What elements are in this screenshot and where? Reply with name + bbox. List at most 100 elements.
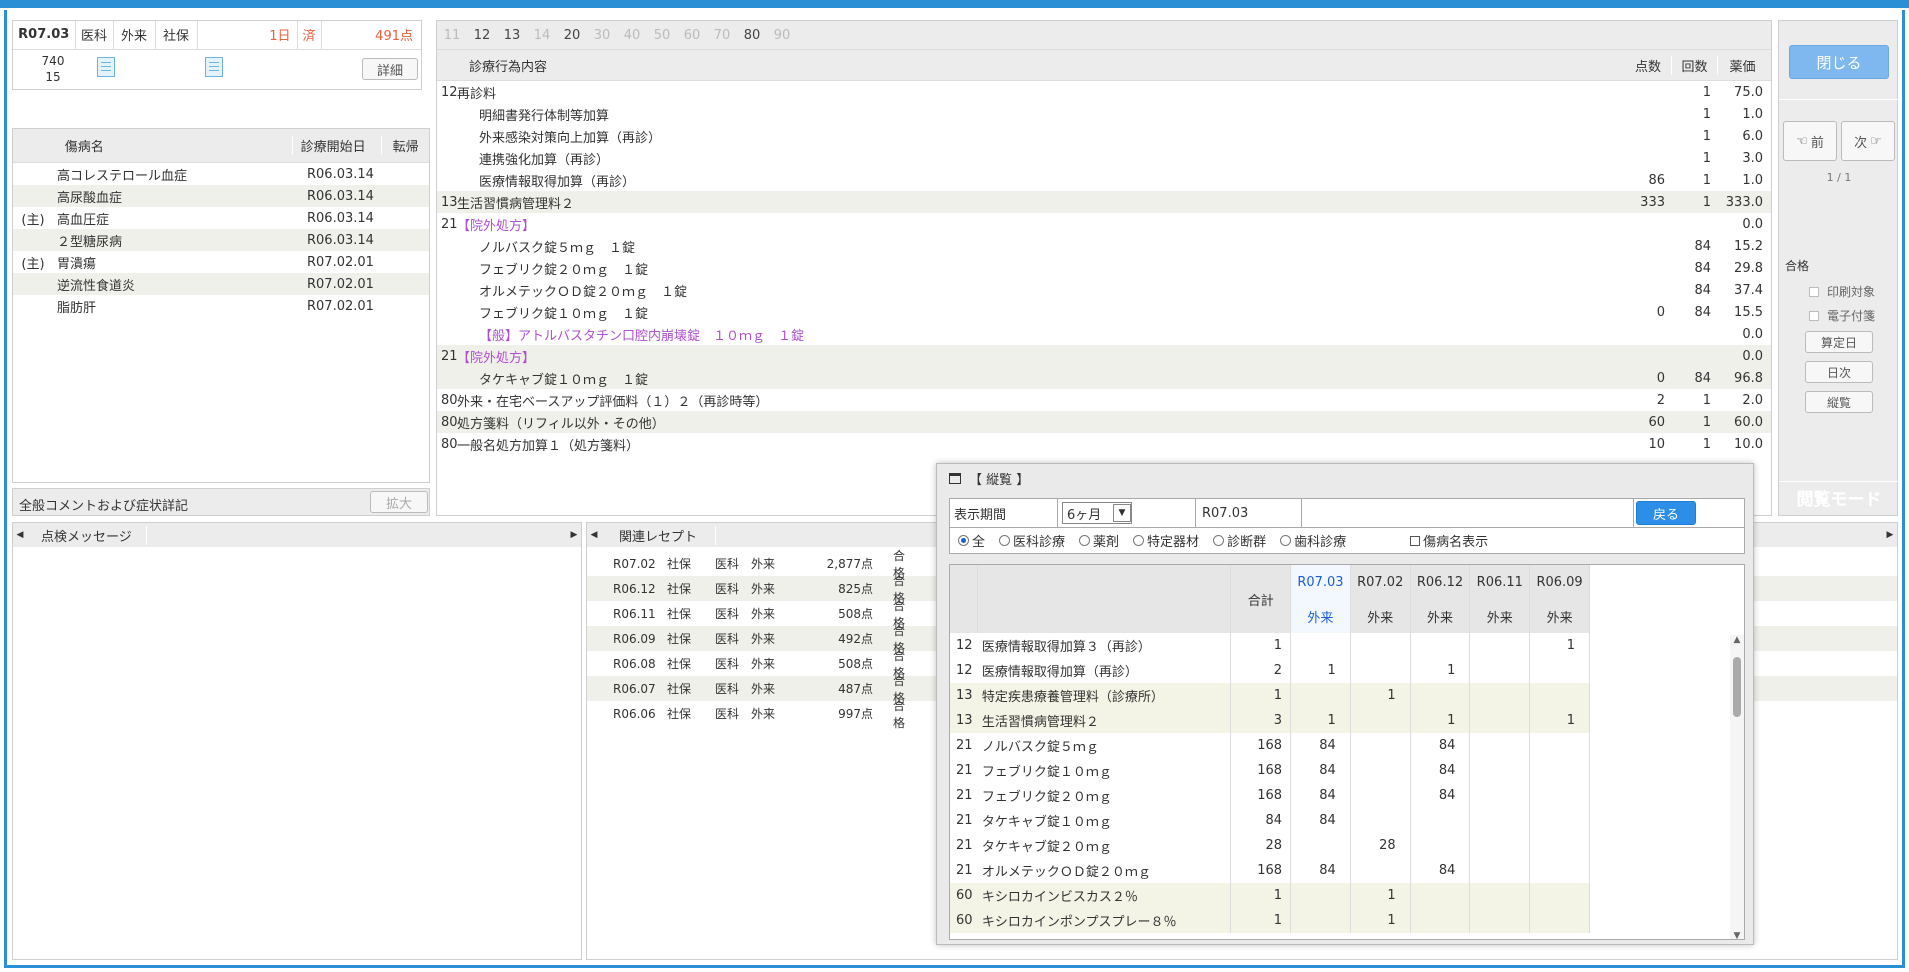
category-tick-70[interactable]: 70 bbox=[707, 28, 737, 43]
collapse-left-icon[interactable]: ◀ bbox=[13, 530, 27, 540]
treatment-row[interactable]: フェブリク錠１０ｍｇ １錠 0 84 15.5 bbox=[437, 301, 1771, 323]
period-select[interactable]: 6ヶ月 ▼ bbox=[1062, 502, 1132, 524]
category-tick-13[interactable]: 13 bbox=[497, 28, 527, 43]
vt-value: 84 bbox=[1290, 783, 1351, 808]
treatment-row[interactable]: 80 一般名処方加算１（処方箋料） 10 1 10.0 bbox=[437, 433, 1771, 455]
filter-radio[interactable]: 全 bbox=[958, 531, 985, 550]
category-tick-50[interactable]: 50 bbox=[647, 28, 677, 43]
filter-radio[interactable]: 医科診療 bbox=[999, 531, 1065, 550]
treatment-row[interactable]: フェブリク錠２０ｍｇ １錠 84 29.8 bbox=[437, 257, 1771, 279]
vt-row[interactable]: 12 医療情報取得加算（再診） 2 1 1 bbox=[950, 658, 1590, 683]
category-tick-40[interactable]: 40 bbox=[617, 28, 647, 43]
radio-label: 医科診療 bbox=[1013, 535, 1066, 550]
related-receipts-tab[interactable]: 関連レセプト bbox=[601, 525, 717, 545]
back-button[interactable]: 戻る bbox=[1636, 501, 1696, 525]
category-tick-12[interactable]: 12 bbox=[467, 28, 497, 43]
vt-name: キシロカインビスカス２％ bbox=[977, 883, 1232, 908]
scrollbar[interactable]: ▲ ▼ bbox=[1730, 635, 1744, 939]
related-visit: 外来 bbox=[751, 557, 776, 571]
treatment-price: 96.8 bbox=[1734, 370, 1763, 386]
disease-date: R06.03.14 bbox=[307, 166, 374, 182]
treatment-header-price: 薬価 bbox=[1717, 55, 1767, 75]
vt-row[interactable]: 21 フェブリク錠２０ｍｇ 168 84 84 bbox=[950, 783, 1590, 808]
treatment-price: 0.0 bbox=[1742, 326, 1763, 342]
treatment-row[interactable]: 連携強化加算（再診） 1 3.0 bbox=[437, 147, 1771, 169]
disease-toggle[interactable]: 傷病名表示 bbox=[1410, 531, 1488, 550]
next-button[interactable]: 次 ☞ bbox=[1841, 121, 1895, 161]
prev-button[interactable]: ☜ 前 bbox=[1783, 121, 1837, 161]
summary-ym: R07.03 bbox=[13, 21, 76, 49]
vt-month-R06.11[interactable]: R06.11 bbox=[1469, 565, 1531, 599]
vt-month-R06.12[interactable]: R06.12 bbox=[1410, 565, 1471, 599]
print-checkbox[interactable] bbox=[1809, 286, 1819, 297]
vt-row[interactable]: 13 特定疾患療養管理料（診療所） 1 1 bbox=[950, 683, 1590, 708]
category-tick-30[interactable]: 30 bbox=[587, 28, 617, 43]
vt-row[interactable]: 21 タケキャブ錠２０ｍｇ 28 28 bbox=[950, 833, 1590, 858]
treatment-row[interactable]: 80 処方箋料（リフィル以外・その他） 60 1 60.0 bbox=[437, 411, 1771, 433]
close-button[interactable]: 閉じる bbox=[1789, 45, 1889, 79]
detail-button[interactable]: 詳細 bbox=[362, 58, 418, 80]
document-icon[interactable] bbox=[97, 57, 115, 77]
disease-row[interactable]: 脂肪肝 R07.02.01 bbox=[13, 295, 429, 317]
check-message-tab[interactable]: 点検メッセージ bbox=[27, 525, 147, 545]
vt-value bbox=[1350, 733, 1411, 758]
vt-value bbox=[1529, 883, 1590, 908]
disease-row[interactable]: (主) 高血圧症 R06.03.14 bbox=[13, 207, 429, 229]
disease-row[interactable]: 逆流性食道炎 R07.02.01 bbox=[13, 273, 429, 295]
category-tick-90[interactable]: 90 bbox=[767, 28, 797, 43]
vt-row[interactable]: 60 キシロカインポンプスプレー８％ 1 1 bbox=[950, 908, 1590, 933]
vt-month-R07.03[interactable]: R07.03 bbox=[1290, 565, 1351, 599]
category-tick-80[interactable]: 80 bbox=[737, 28, 767, 43]
prev-label: 前 bbox=[1810, 135, 1824, 151]
vertical-button[interactable]: 縦覧 bbox=[1805, 391, 1873, 413]
related-pts: 487点 bbox=[838, 682, 873, 696]
treatment-price: 3.0 bbox=[1742, 150, 1763, 166]
scroll-down-icon[interactable]: ▼ bbox=[1730, 931, 1744, 939]
expand-right-icon[interactable]: ▶ bbox=[1883, 530, 1897, 540]
treatment-row[interactable]: 12 再診料 1 75.0 bbox=[437, 81, 1771, 103]
filter-radio[interactable]: 薬剤 bbox=[1079, 531, 1119, 550]
treatment-row[interactable]: オルメテックＯＤ錠２０ｍｇ １錠 84 37.4 bbox=[437, 279, 1771, 301]
expand-right-icon[interactable]: ▶ bbox=[567, 530, 581, 540]
collapse-left-icon[interactable]: ◀ bbox=[587, 530, 601, 540]
treatment-row[interactable]: 明細書発行体制等加算 1 1.0 bbox=[437, 103, 1771, 125]
filter-radio[interactable]: 特定器材 bbox=[1133, 531, 1199, 550]
filter-radio[interactable]: 歯科診療 bbox=[1280, 531, 1346, 550]
disease-row[interactable]: 高コレステロール血症 R06.03.14 bbox=[13, 163, 429, 185]
filter-radio[interactable]: 診断群 bbox=[1213, 531, 1266, 550]
vt-row[interactable]: 21 タケキャブ錠１０ｍｇ 84 84 bbox=[950, 808, 1590, 833]
vt-row[interactable]: 60 キシロカインビスカス２％ 1 1 bbox=[950, 883, 1590, 908]
calc-date-button[interactable]: 算定日 bbox=[1805, 331, 1873, 353]
treatment-row[interactable]: 医療情報取得加算（再診） 86 1 1.0 bbox=[437, 169, 1771, 191]
scroll-thumb[interactable] bbox=[1733, 657, 1741, 717]
category-tick-20[interactable]: 20 bbox=[557, 28, 587, 43]
category-tick-60[interactable]: 60 bbox=[677, 28, 707, 43]
eattach-checkbox[interactable] bbox=[1809, 310, 1819, 321]
category-tick-14[interactable]: 14 bbox=[527, 28, 557, 43]
treatment-row[interactable]: ノルバスク錠５ｍｇ １錠 84 15.2 bbox=[437, 235, 1771, 257]
vt-row[interactable]: 13 生活習慣病管理料２ 3 1 1 1 bbox=[950, 708, 1590, 733]
vt-month-R07.02[interactable]: R07.02 bbox=[1350, 565, 1411, 599]
category-tick-11[interactable]: 11 bbox=[437, 28, 467, 43]
document-icon-2[interactable] bbox=[205, 57, 223, 77]
daily-button[interactable]: 日次 bbox=[1805, 361, 1873, 383]
expand-button[interactable]: 拡大 bbox=[370, 491, 428, 513]
scroll-up-icon[interactable]: ▲ bbox=[1730, 635, 1744, 645]
disease-row[interactable]: (主) 胃潰瘍 R07.02.01 bbox=[13, 251, 429, 273]
treatment-row[interactable]: 80 外来・在宅ベースアップ評価料（１）２（再診時等） 2 1 2.0 bbox=[437, 389, 1771, 411]
vt-row[interactable]: 21 ノルバスク錠５ｍｇ 168 84 84 bbox=[950, 733, 1590, 758]
treatment-row[interactable]: 外来感染対策向上加算（再診） 1 6.0 bbox=[437, 125, 1771, 147]
vt-row[interactable]: 12 医療情報取得加算３（再診） 1 1 bbox=[950, 633, 1590, 658]
disease-row[interactable]: 高尿酸血症 R06.03.14 bbox=[13, 185, 429, 207]
treatment-row[interactable]: 21 【院外処方】 0.0 bbox=[437, 213, 1771, 235]
vt-month-R06.09[interactable]: R06.09 bbox=[1529, 565, 1590, 599]
treatment-row[interactable]: 13 生活習慣病管理料２ 333 1 333.0 bbox=[437, 191, 1771, 213]
treatment-row[interactable]: 【般】アトルバスタチン口腔内崩壊錠 １０ｍｇ １錠 0.0 bbox=[437, 323, 1771, 345]
treatment-row[interactable]: タケキャブ錠１０ｍｇ １錠 0 84 96.8 bbox=[437, 367, 1771, 389]
disease-row[interactable]: ２型糖尿病 R06.03.14 bbox=[13, 229, 429, 251]
vt-row[interactable]: 21 フェブリク錠１０ｍｇ 168 84 84 bbox=[950, 758, 1590, 783]
vt-row[interactable]: 21 オルメテックＯＤ錠２０ｍｇ 168 84 84 bbox=[950, 858, 1590, 883]
disease-header-outcome: 転帰 bbox=[381, 136, 429, 155]
treatment-row[interactable]: 21 【院外処方】 0.0 bbox=[437, 345, 1771, 367]
treatment-count: 1 bbox=[1702, 172, 1711, 188]
